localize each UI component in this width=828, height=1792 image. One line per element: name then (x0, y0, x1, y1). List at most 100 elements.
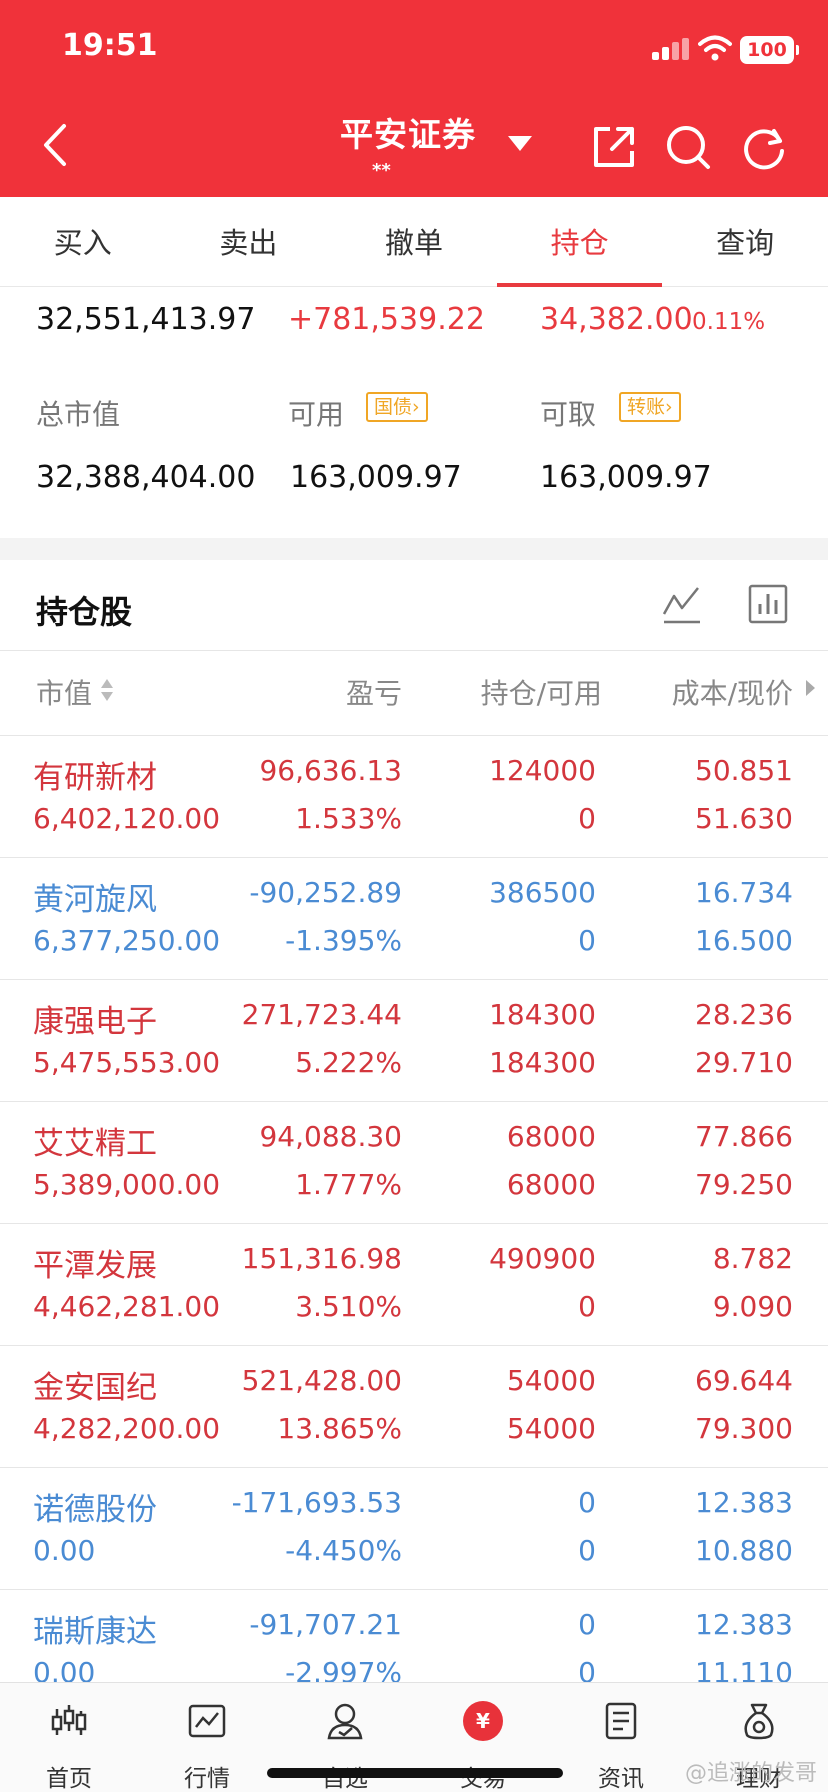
back-button[interactable] (38, 120, 78, 170)
stock-pl-pct: -4.450% (285, 1534, 402, 1567)
stock-pl-pct: 3.510% (295, 1290, 402, 1323)
stock-position: 0 (578, 1486, 596, 1519)
yuan-icon: ¥ (463, 1701, 503, 1741)
tab-cancel[interactable]: 撤单 (331, 197, 497, 286)
stock-pl: -90,252.89 (249, 876, 402, 909)
table-row[interactable]: 金安国纪 4,282,200.00 521,428.00 13.865% 54000 54… (0, 1346, 828, 1468)
market-value-label: 总市值 (36, 398, 121, 431)
stock-pl: 96,636.13 (259, 754, 402, 787)
stock-name: 黄河旋风 (33, 882, 157, 918)
account-masked: ** (372, 160, 391, 181)
section-divider (0, 538, 828, 560)
stock-price: 51.630 (695, 802, 793, 835)
col-cost-price[interactable]: 成本/现价 (672, 672, 793, 712)
today-pl: 34,382.00 (540, 302, 693, 337)
stock-available: 68000 (506, 1168, 596, 1201)
document-icon (605, 1702, 637, 1740)
stock-price: 79.300 (695, 1412, 793, 1445)
stock-cost: 12.383 (695, 1486, 793, 1519)
stock-cost: 8.782 (712, 1242, 793, 1275)
home-indicator[interactable] (267, 1768, 563, 1778)
stock-price: 9.090 (712, 1290, 793, 1323)
stock-position: 124000 (489, 754, 596, 787)
nav-home[interactable]: 首页 (14, 1683, 124, 1792)
stock-price: 29.710 (695, 1046, 793, 1079)
col-market-value[interactable]: 市值 (36, 672, 92, 712)
stock-available: 54000 (506, 1412, 596, 1445)
stock-cost: 50.851 (695, 754, 793, 787)
market-value: 32,388,404.00 (36, 460, 256, 495)
search-icon[interactable] (664, 123, 712, 171)
floating-pl: +781,539.22 (288, 302, 485, 337)
stock-available: 0 (578, 1290, 596, 1323)
sort-icon[interactable] (100, 677, 114, 703)
line-chart-icon[interactable] (660, 582, 704, 626)
table-row[interactable]: 艾艾精工 5,389,000.00 94,088.30 1.777% 68000 6800… (0, 1102, 828, 1224)
bar-chart-icon[interactable] (746, 582, 790, 626)
stock-name: 平潭发展 (33, 1248, 157, 1284)
status-time: 19:51 (62, 28, 158, 63)
chevron-right-icon: › (665, 396, 673, 418)
chevron-right-icon: › (412, 396, 420, 418)
table-row[interactable]: 有研新材 6,402,120.00 96,636.13 1.533% 124000 0 50… (0, 736, 828, 858)
stock-pl: 94,088.30 (259, 1120, 402, 1153)
stock-cost: 77.866 (695, 1120, 793, 1153)
nav-news[interactable]: 资讯 (566, 1683, 676, 1792)
table-row[interactable]: 黄河旋风 6,377,250.00 -90,252.89 -1.395% 386500 0… (0, 858, 828, 980)
money-bag-icon (744, 1703, 774, 1740)
stock-market-value: 4,282,200.00 (33, 1412, 221, 1445)
nav-market[interactable]: 行情 (152, 1683, 262, 1792)
total-asset: 32,551,413.97 (36, 302, 256, 337)
stock-pl: -171,693.53 (231, 1486, 402, 1519)
signal-icon (652, 38, 689, 60)
col-pl[interactable]: 盈亏 (346, 672, 402, 712)
stock-available: 0 (578, 1534, 596, 1567)
stock-market-value: 5,389,000.00 (33, 1168, 221, 1201)
stock-name: 有研新材 (33, 760, 157, 796)
stock-name: 金安国纪 (33, 1370, 157, 1406)
stock-cost: 16.734 (695, 876, 793, 909)
stock-position: 386500 (489, 876, 596, 909)
withdrawable-label: 可取 (540, 398, 597, 431)
tab-buy[interactable]: 买入 (0, 197, 166, 286)
stock-pl: 151,316.98 (241, 1242, 402, 1275)
divider (0, 650, 828, 651)
stock-price: 79.250 (695, 1168, 793, 1201)
share-icon[interactable] (590, 123, 638, 171)
stock-position: 490900 (489, 1242, 596, 1275)
tab-positions[interactable]: 持仓 (496, 197, 663, 287)
stock-pl: 521,428.00 (241, 1364, 402, 1397)
trade-tabs: 买入 卖出 撤单 持仓 查询 (0, 197, 828, 287)
treasury-bond-button[interactable]: 国债› (366, 392, 428, 422)
tab-sell[interactable]: 卖出 (166, 197, 332, 286)
stock-name: 瑞斯康达 (33, 1614, 157, 1650)
wifi-icon (698, 35, 732, 61)
stock-cost: 12.383 (695, 1608, 793, 1641)
col-position[interactable]: 持仓/可用 (481, 672, 602, 712)
stock-price: 10.880 (695, 1534, 793, 1567)
stock-pl-pct: 5.222% (295, 1046, 402, 1079)
stock-pl-pct: 13.865% (277, 1412, 402, 1445)
table-row[interactable]: 平潭发展 4,462,281.00 151,316.98 3.510% 490900 0 8… (0, 1224, 828, 1346)
tab-query[interactable]: 查询 (662, 197, 828, 286)
scroll-right-icon[interactable] (806, 680, 815, 696)
stock-position: 68000 (506, 1120, 596, 1153)
table-row[interactable]: 诺德股份 0.00 -171,693.53 -4.450% 0 0 12.383 10.880 (0, 1468, 828, 1590)
candlestick-icon (51, 1705, 87, 1735)
stock-position: 54000 (506, 1364, 596, 1397)
stock-available: 0 (578, 924, 596, 957)
stock-market-value: 6,377,250.00 (33, 924, 221, 957)
holdings-title: 持仓股 (36, 593, 133, 631)
stock-position: 0 (578, 1608, 596, 1641)
stock-cost: 69.644 (695, 1364, 793, 1397)
table-row[interactable]: 康强电子 5,475,553.00 271,723.44 5.222% 184300 18… (0, 980, 828, 1102)
stock-name: 康强电子 (33, 1004, 157, 1040)
available-label: 可用 (288, 398, 345, 431)
refresh-icon[interactable] (740, 123, 788, 171)
account-switcher[interactable]: 平安证券 ** (330, 108, 540, 181)
chart-icon (188, 1704, 226, 1738)
watermark: @追涨的发哥 (685, 1761, 818, 1786)
stock-price: 16.500 (695, 924, 793, 957)
app-header: 19:51 100 平安证券 ** (0, 0, 828, 197)
transfer-button[interactable]: 转账› (619, 392, 681, 422)
